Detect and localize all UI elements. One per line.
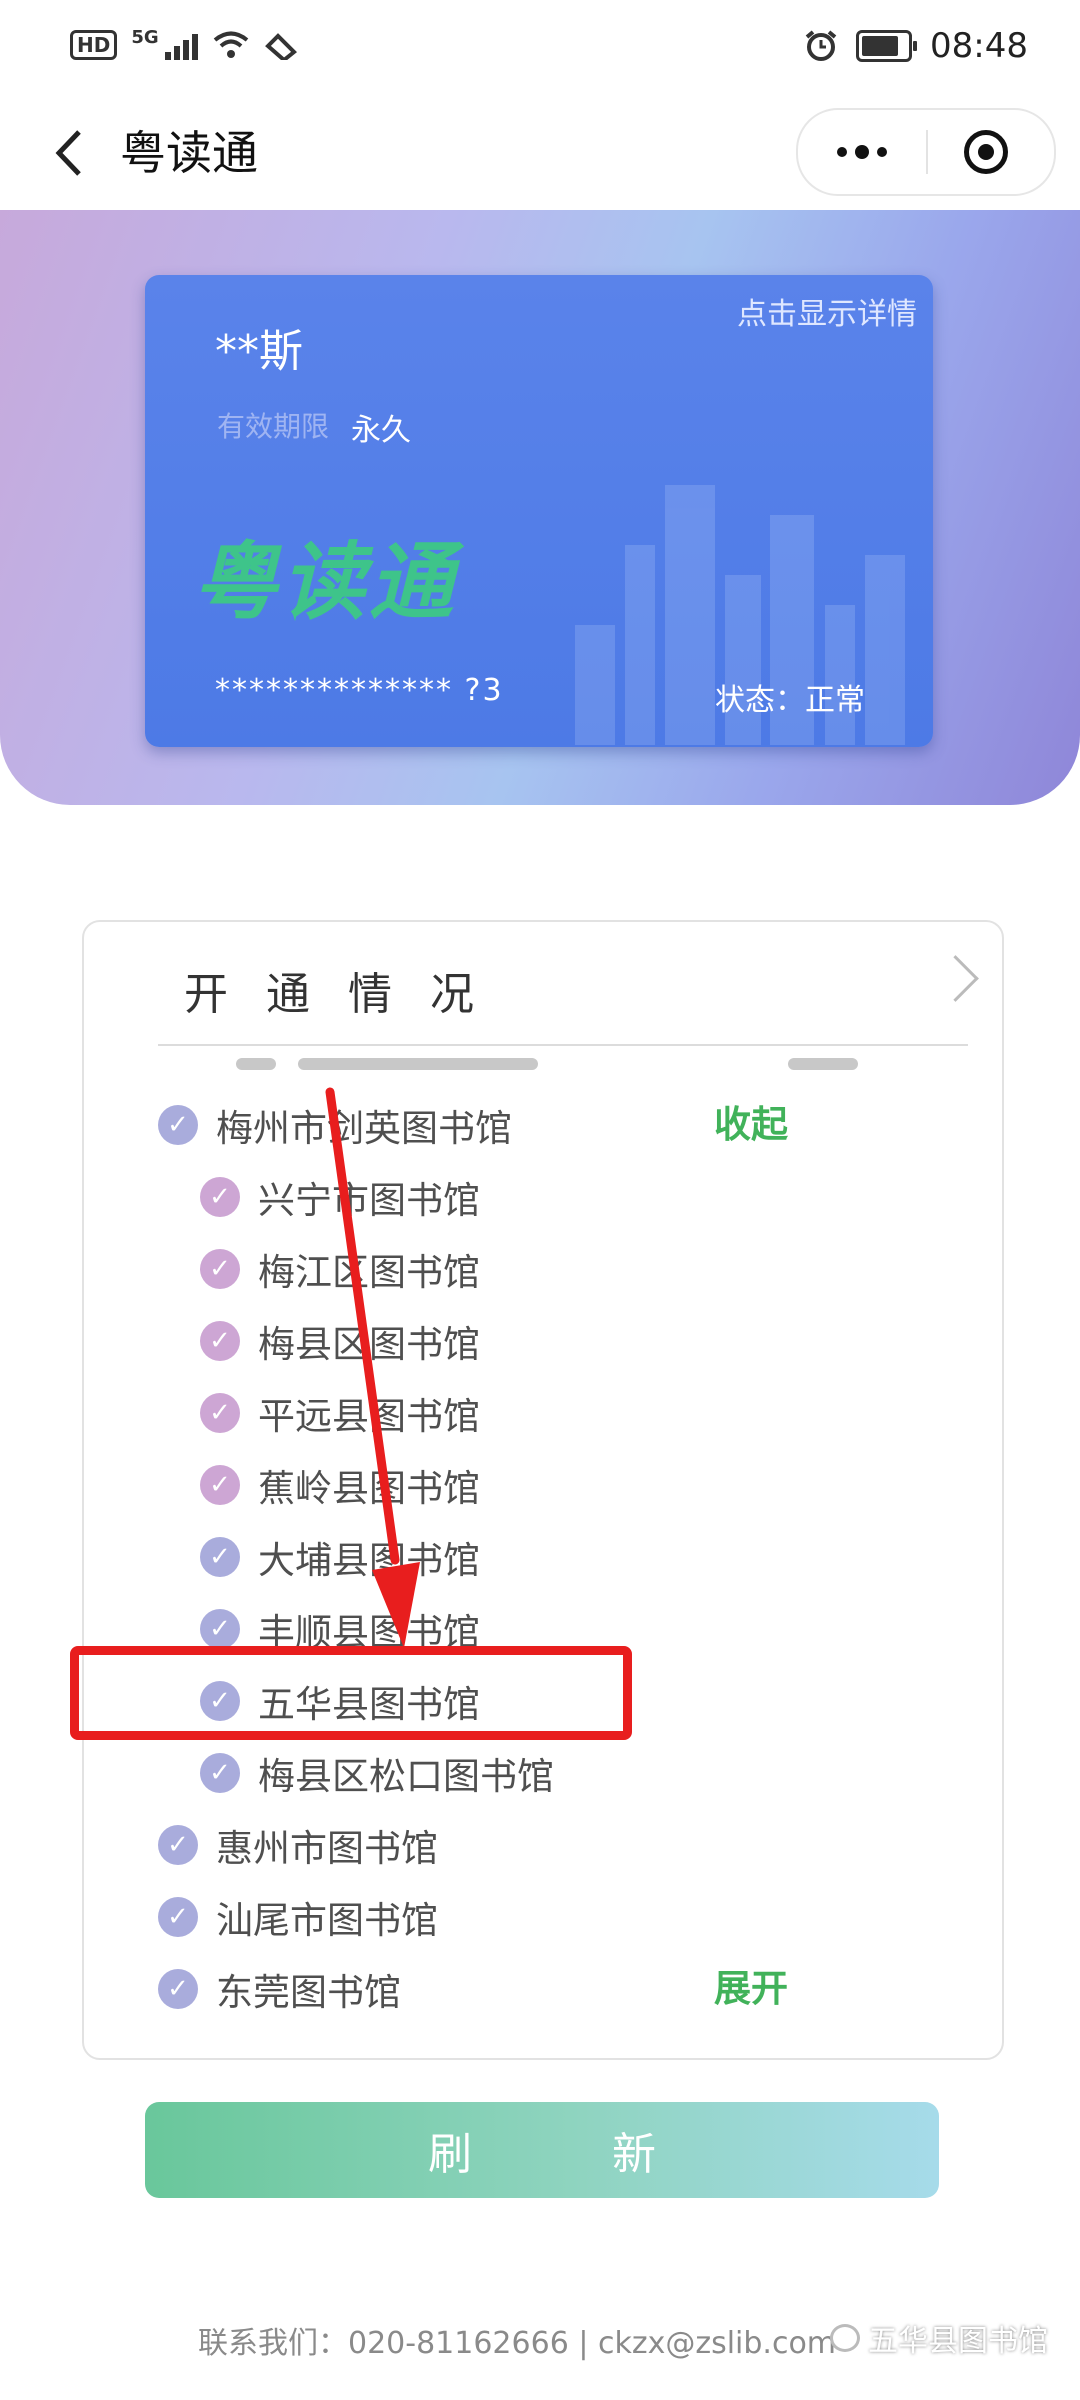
list-item[interactable]: ✓ 梅江区图书馆 xyxy=(200,1244,480,1294)
page-title: 粤读通 xyxy=(120,126,258,180)
check-icon: ✓ xyxy=(200,1393,240,1433)
list-item[interactable]: ✓ 梅州市剑英图书馆 xyxy=(158,1100,512,1150)
check-icon: ✓ xyxy=(158,1825,198,1865)
chevron-left-icon xyxy=(55,130,81,176)
check-icon: ✓ xyxy=(200,1753,240,1793)
check-icon: ✓ xyxy=(200,1609,240,1649)
highlight-box xyxy=(70,1646,632,1740)
clock: 08:48 xyxy=(930,26,1028,66)
library-name: 东莞图书馆 xyxy=(216,1971,401,2014)
refresh-button[interactable]: 刷新 xyxy=(145,2102,939,2198)
show-details-link[interactable]: 点击显示详情 xyxy=(737,289,917,333)
nav-bar: 粤读通 xyxy=(0,100,1080,210)
library-name: 大埔县图书馆 xyxy=(258,1539,480,1582)
expand-button[interactable]: 展开 xyxy=(714,1964,788,2014)
hd-badge: HD xyxy=(70,30,118,60)
list-item[interactable]: ✓ 梅县区松口图书馆 xyxy=(200,1748,554,1798)
check-icon: ✓ xyxy=(158,1969,198,2009)
contact-info[interactable]: 联系我们：020-81162666 | ckzx@zslib.com xyxy=(198,2318,836,2362)
validity-value: 永久 xyxy=(351,413,411,448)
list-item[interactable]: ✓ 汕尾市图书馆 xyxy=(158,1892,438,1942)
check-icon: ✓ xyxy=(200,1321,240,1361)
list-item[interactable]: ✓ 东莞图书馆 xyxy=(158,1964,401,2014)
library-card[interactable]: **斯 点击显示详情 有效期限 永久 粤读通 ************** ?3… xyxy=(145,275,933,747)
status-left: HD 5G xyxy=(70,26,298,60)
card-holder-name: **斯 xyxy=(215,326,303,377)
watermark: 五华县图书馆 xyxy=(830,2316,1048,2360)
signal-icon xyxy=(164,30,198,60)
card-status: 状态：正常 xyxy=(715,683,865,718)
more-icon xyxy=(837,147,847,157)
status-right: 08:48 xyxy=(804,26,1028,66)
collapse-button[interactable]: 收起 xyxy=(714,1100,788,1150)
watermark-text: 五华县图书馆 xyxy=(868,2324,1048,2359)
library-name: 蕉岭县图书馆 xyxy=(258,1467,480,1510)
library-name: 梅江区图书馆 xyxy=(258,1251,480,1294)
panel-title: 开通情况 xyxy=(184,969,512,1020)
list-item[interactable]: ✓ 平远县图书馆 xyxy=(200,1388,480,1438)
alarm-icon xyxy=(805,30,837,61)
check-icon: ✓ xyxy=(200,1177,240,1217)
scrolled-row-peek xyxy=(158,1052,968,1070)
library-name: 梅州市剑英图书馆 xyxy=(216,1107,512,1150)
list-item[interactable]: ✓ 惠州市图书馆 xyxy=(158,1820,438,1870)
back-button[interactable] xyxy=(38,118,98,188)
library-name: 汕尾市图书馆 xyxy=(216,1899,438,1942)
list-item[interactable]: ✓ 蕉岭县图书馆 xyxy=(200,1460,480,1510)
check-icon: ✓ xyxy=(200,1249,240,1289)
check-icon: ✓ xyxy=(200,1537,240,1577)
list-item[interactable]: ✓ 兴宁市图书馆 xyxy=(200,1172,480,1222)
chevron-right-icon[interactable] xyxy=(932,955,979,1002)
check-icon: ✓ xyxy=(158,1897,198,1937)
card-number: ************** ?3 xyxy=(215,673,504,708)
close-miniprogram-button[interactable] xyxy=(964,130,1008,174)
panel-divider xyxy=(158,1044,968,1046)
library-name: 兴宁市图书馆 xyxy=(258,1179,480,1222)
activation-panel: 开通情况 ✓ 梅州市剑英图书馆 收起 ✓ 兴宁市图书馆 ✓ 梅江区图书馆 ✓ 梅… xyxy=(82,920,1004,2060)
validity-label: 有效期限 xyxy=(217,410,330,443)
wechat-icon xyxy=(830,2324,860,2352)
network-type: 5G xyxy=(131,26,159,48)
status-bar: HD 5G 08:48 xyxy=(0,0,1080,100)
link-icon xyxy=(264,33,297,60)
wifi-icon xyxy=(213,31,248,58)
library-name: 梅县区图书馆 xyxy=(258,1323,480,1366)
battery-icon xyxy=(856,30,918,62)
check-icon: ✓ xyxy=(200,1465,240,1505)
check-icon: ✓ xyxy=(158,1105,198,1145)
list-item[interactable]: ✓ 大埔县图书馆 xyxy=(200,1532,480,1582)
library-name: 惠州市图书馆 xyxy=(216,1827,438,1870)
library-name: 平远县图书馆 xyxy=(258,1395,480,1438)
more-button[interactable] xyxy=(798,110,926,194)
card-logo: 粤读通 xyxy=(193,533,458,631)
capsule-divider xyxy=(926,130,928,174)
list-item[interactable]: ✓ 梅县区图书馆 xyxy=(200,1316,480,1366)
miniprogram-capsule xyxy=(796,108,1056,196)
library-name: 梅县区松口图书馆 xyxy=(258,1755,554,1798)
